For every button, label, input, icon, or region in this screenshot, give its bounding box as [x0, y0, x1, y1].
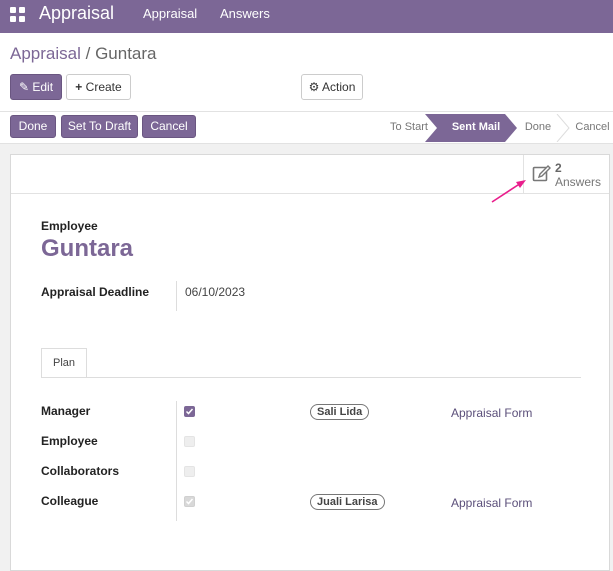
colleague-appraisal-form-link[interactable]: Appraisal Form [451, 496, 532, 510]
create-button-label: Create [85, 80, 122, 94]
app-brand[interactable]: Appraisal [39, 3, 114, 24]
colleague-tag[interactable]: Juali Larisa [310, 494, 385, 510]
collaborators-checkbox[interactable] [184, 466, 195, 477]
plus-icon: + [75, 80, 83, 94]
edit-note-icon [532, 165, 551, 182]
stage-sent-mail[interactable]: Sent Mail [437, 114, 515, 141]
set-to-draft-button[interactable]: Set To Draft [61, 115, 138, 138]
plan-row-label-colleague: Colleague [41, 494, 99, 508]
stage-cancel[interactable]: Cancel [572, 114, 613, 141]
manager-tag[interactable]: Sali Lida [310, 404, 370, 420]
employee-name: Guntara [41, 235, 134, 262]
gear-icon: ⚙ [308, 80, 320, 94]
employee-label: Employee [41, 219, 98, 233]
answers-count: 2 [555, 161, 562, 175]
breadcrumb-parent[interactable]: Appraisal [10, 44, 81, 63]
stage-separator-chevron [556, 114, 570, 142]
answers-smart-button[interactable]: 2 Answers [523, 155, 610, 193]
plan-row-label-employee: Employee [41, 434, 98, 448]
deadline-value: 06/10/2023 [185, 285, 246, 299]
action-button-label: Action [322, 80, 356, 94]
menu-appraisal[interactable]: Appraisal [143, 6, 197, 21]
annotation-arrow-icon [491, 180, 526, 203]
answers-label: Answers [555, 175, 602, 189]
plan-row-label-manager: Manager [41, 404, 91, 418]
stage-done[interactable]: Done [518, 114, 558, 141]
tab-divider [41, 377, 581, 378]
check-icon [185, 408, 194, 415]
breadcrumb-separator: / [85, 44, 91, 63]
manager-appraisal-form-link[interactable]: Appraisal Form [451, 406, 532, 420]
colleague-checkbox[interactable] [184, 496, 195, 507]
apps-grid-icon[interactable] [10, 7, 26, 23]
pencil-icon: ✎ [18, 80, 30, 94]
done-button[interactable]: Done [10, 115, 56, 138]
cancel-button[interactable]: Cancel [142, 115, 196, 138]
divider [0, 111, 613, 112]
edit-button[interactable]: ✎ Edit [10, 74, 62, 100]
manager-checkbox[interactable] [184, 406, 195, 417]
employee-checkbox[interactable] [184, 436, 195, 447]
control-panel: Appraisal / Guntara ✎ Edit + Create ⚙ Ac… [0, 33, 613, 144]
action-button[interactable]: ⚙ Action [301, 74, 363, 100]
menu-answers[interactable]: Answers [220, 6, 270, 21]
breadcrumb-current: Guntara [95, 44, 157, 63]
plan-divider [176, 401, 177, 521]
deadline-label: Appraisal Deadline [41, 285, 150, 299]
top-navbar: Appraisal Appraisal Answers [0, 0, 613, 33]
create-button[interactable]: + Create [66, 74, 131, 100]
field-divider [176, 281, 177, 311]
breadcrumb: Appraisal / Guntara [10, 44, 157, 64]
tab-plan[interactable]: Plan [41, 348, 87, 378]
check-icon [185, 498, 194, 505]
plan-row-label-collaborators: Collaborators [41, 464, 120, 478]
form-sheet: 2 Answers Employee Guntara Appraisal Dea… [10, 154, 610, 571]
edit-button-label: Edit [32, 80, 54, 94]
